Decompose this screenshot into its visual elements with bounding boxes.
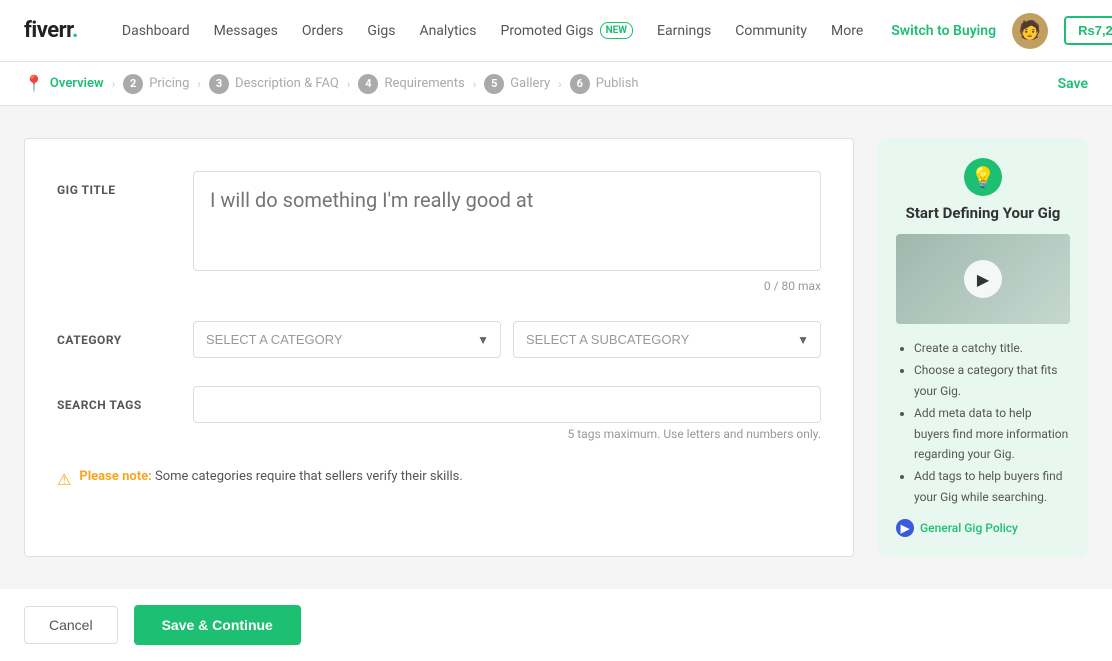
sidebar-icon-area: 💡 xyxy=(896,158,1070,196)
step-overview-icon: 📍 xyxy=(24,74,44,93)
char-count: 0 / 80 max xyxy=(193,279,821,293)
note-label: Please note: xyxy=(79,469,151,484)
video-thumbnail[interactable]: ▶ xyxy=(896,234,1070,324)
note-row: ⚠ Please note: Some categories require t… xyxy=(57,469,821,489)
nav-community[interactable]: Community xyxy=(735,23,807,39)
tip-3: Add meta data to help buyers find more i… xyxy=(914,403,1070,464)
breadcrumb-steps: 📍 Overview › 2 Pricing › 3 Description &… xyxy=(24,74,639,94)
step-requirements-label: Requirements xyxy=(384,76,464,91)
subcategory-select-wrapper: SELECT A SUBCATEGORY ▼ xyxy=(513,321,821,358)
nav-links: Dashboard Messages Orders Gigs Analytics… xyxy=(122,22,863,39)
step-publish-label: Publish xyxy=(596,76,639,91)
avatar[interactable]: 🧑 xyxy=(1012,13,1048,49)
tags-hint: 5 tags maximum. Use letters and numbers … xyxy=(193,427,821,441)
top-navigation: fiverr. Dashboard Messages Orders Gigs A… xyxy=(0,0,1112,62)
step-description-label: Description & FAQ xyxy=(235,76,339,91)
subcategory-select[interactable]: SELECT A SUBCATEGORY xyxy=(513,321,821,358)
step-pricing-label: Pricing xyxy=(149,76,189,91)
arrow-4: › xyxy=(473,77,477,91)
cancel-button[interactable]: Cancel xyxy=(24,606,118,644)
warning-icon: ⚠ xyxy=(57,470,71,489)
sidebar-panel: 💡 Start Defining Your Gig ▶ Create a cat… xyxy=(878,138,1088,557)
nav-analytics[interactable]: Analytics xyxy=(419,23,476,39)
step-requirements-circle: 4 xyxy=(358,74,378,94)
main-content: GIG TITLE 0 / 80 max CATEGORY SELECT A C… xyxy=(0,106,1112,589)
policy-link[interactable]: ▶ General Gig Policy xyxy=(896,519,1070,537)
nav-more[interactable]: More xyxy=(831,23,863,39)
arrow-1: › xyxy=(112,77,116,91)
nav-orders[interactable]: Orders xyxy=(302,23,344,39)
policy-icon: ▶ xyxy=(896,519,914,537)
save-continue-button[interactable]: Save & Continue xyxy=(134,605,301,645)
step-description[interactable]: 3 Description & FAQ xyxy=(209,74,339,94)
tip-1: Create a catchy title. xyxy=(914,338,1070,358)
form-panel: GIG TITLE 0 / 80 max CATEGORY SELECT A C… xyxy=(24,138,854,557)
sidebar-title: Start Defining Your Gig xyxy=(896,204,1070,222)
search-tags-row: SEARCH TAGS 5 tags maximum. Use letters … xyxy=(57,386,821,441)
tip-4: Add tags to help buyers find your Gig wh… xyxy=(914,466,1070,507)
step-publish-circle: 6 xyxy=(570,74,590,94)
nav-promoted-gigs[interactable]: Promoted Gigs NEW xyxy=(500,22,633,39)
bottom-actions: Cancel Save & Continue xyxy=(0,589,1112,661)
step-overview-label: Overview xyxy=(50,76,104,91)
gig-title-label: GIG TITLE xyxy=(57,171,177,197)
step-pricing[interactable]: 2 Pricing xyxy=(123,74,189,94)
category-label: CATEGORY xyxy=(57,321,177,347)
lightbulb-icon: 💡 xyxy=(964,158,1002,196)
sidebar-tips: Create a catchy title. Choose a category… xyxy=(896,338,1070,507)
gig-title-input[interactable] xyxy=(193,171,821,271)
search-tags-field: 5 tags maximum. Use letters and numbers … xyxy=(193,386,821,441)
search-tags-label: SEARCH TAGS xyxy=(57,386,177,412)
step-gallery[interactable]: 5 Gallery xyxy=(484,74,550,94)
arrow-3: › xyxy=(347,77,351,91)
arrow-5: › xyxy=(558,77,562,91)
step-pricing-circle: 2 xyxy=(123,74,143,94)
step-publish[interactable]: 6 Publish xyxy=(570,74,639,94)
save-link[interactable]: Save xyxy=(1058,76,1088,92)
breadcrumb-bar: 📍 Overview › 2 Pricing › 3 Description &… xyxy=(0,62,1112,106)
arrow-2: › xyxy=(197,77,201,91)
category-row: CATEGORY SELECT A CATEGORY ▼ SELECT A SU… xyxy=(57,321,821,358)
step-description-circle: 3 xyxy=(209,74,229,94)
new-badge: NEW xyxy=(600,22,633,39)
switch-buying-button[interactable]: Switch to Buying xyxy=(891,23,996,39)
note-text: Please note: Some categories require tha… xyxy=(79,469,462,484)
step-gallery-label: Gallery xyxy=(510,76,550,91)
balance-button[interactable]: Rs7,293.32 xyxy=(1064,16,1112,45)
category-select[interactable]: SELECT A CATEGORY xyxy=(193,321,501,358)
note-body: Some categories require that sellers ver… xyxy=(155,469,463,484)
category-selects: SELECT A CATEGORY ▼ SELECT A SUBCATEGORY… xyxy=(193,321,821,358)
category-select-wrapper: SELECT A CATEGORY ▼ xyxy=(193,321,501,358)
search-tags-input[interactable] xyxy=(193,386,821,423)
nav-gigs[interactable]: Gigs xyxy=(367,23,395,39)
sidebar-card: 💡 Start Defining Your Gig ▶ Create a cat… xyxy=(878,138,1088,557)
step-requirements[interactable]: 4 Requirements xyxy=(358,74,464,94)
nav-earnings[interactable]: Earnings xyxy=(657,23,711,39)
fiverr-logo[interactable]: fiverr. xyxy=(24,18,78,43)
tip-2: Choose a category that fits your Gig. xyxy=(914,360,1070,401)
gig-title-field: 0 / 80 max xyxy=(193,171,821,293)
step-overview[interactable]: 📍 Overview xyxy=(24,74,104,93)
play-button[interactable]: ▶ xyxy=(964,260,1002,298)
nav-messages[interactable]: Messages xyxy=(214,23,278,39)
nav-dashboard[interactable]: Dashboard xyxy=(122,23,190,39)
policy-link-label: General Gig Policy xyxy=(920,521,1018,535)
step-gallery-circle: 5 xyxy=(484,74,504,94)
nav-right: Switch to Buying 🧑 Rs7,293.32 xyxy=(891,13,1112,49)
gig-title-row: GIG TITLE 0 / 80 max xyxy=(57,171,821,293)
